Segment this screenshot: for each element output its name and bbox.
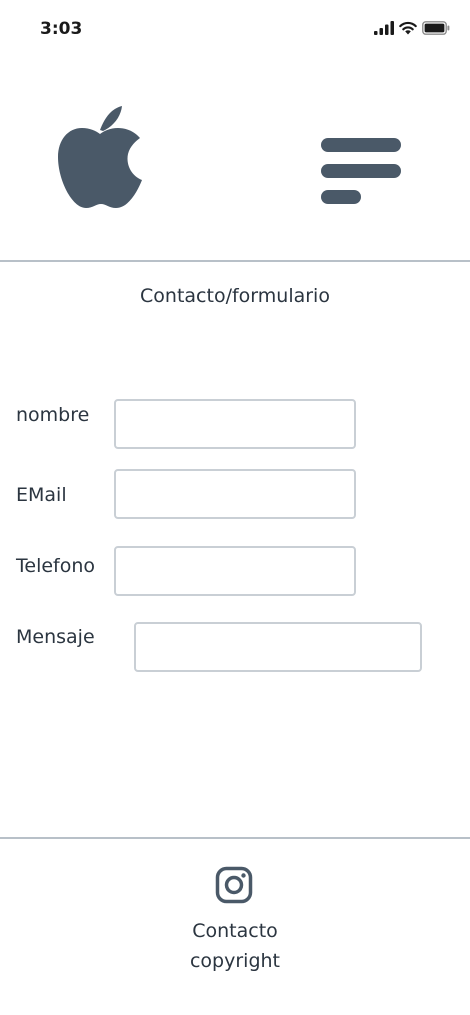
battery-icon: [422, 21, 450, 35]
name-input[interactable]: [114, 399, 356, 449]
message-label: Mensaje: [16, 626, 95, 648]
wifi-icon: [399, 21, 417, 35]
page-title: Contacto/formulario: [140, 285, 330, 307]
email-input[interactable]: [114, 469, 356, 519]
app-header: [0, 60, 470, 260]
footer-contact-link[interactable]: Contacto: [0, 920, 470, 942]
status-icons: [374, 20, 450, 36]
footer-divider: [0, 837, 470, 839]
instagram-icon[interactable]: [215, 866, 253, 904]
cellular-signal-icon: [374, 21, 394, 35]
email-label: EMail: [16, 484, 67, 506]
phone-label: Telefono: [16, 555, 96, 577]
phone-input[interactable]: [114, 546, 356, 596]
hamburger-menu-icon[interactable]: [318, 136, 404, 206]
header-divider: [0, 260, 470, 262]
menu-bar-bottom: [321, 190, 361, 204]
name-label: nombre: [16, 404, 90, 426]
menu-bar-top: [321, 138, 401, 152]
footer-copyright: copyright: [189, 950, 281, 972]
apple-logo-icon[interactable]: [56, 104, 144, 210]
status-time: 3:03: [40, 19, 83, 39]
message-input[interactable]: [134, 622, 422, 672]
status-bar: 3:03: [0, 0, 470, 60]
menu-bar-middle: [321, 164, 401, 178]
